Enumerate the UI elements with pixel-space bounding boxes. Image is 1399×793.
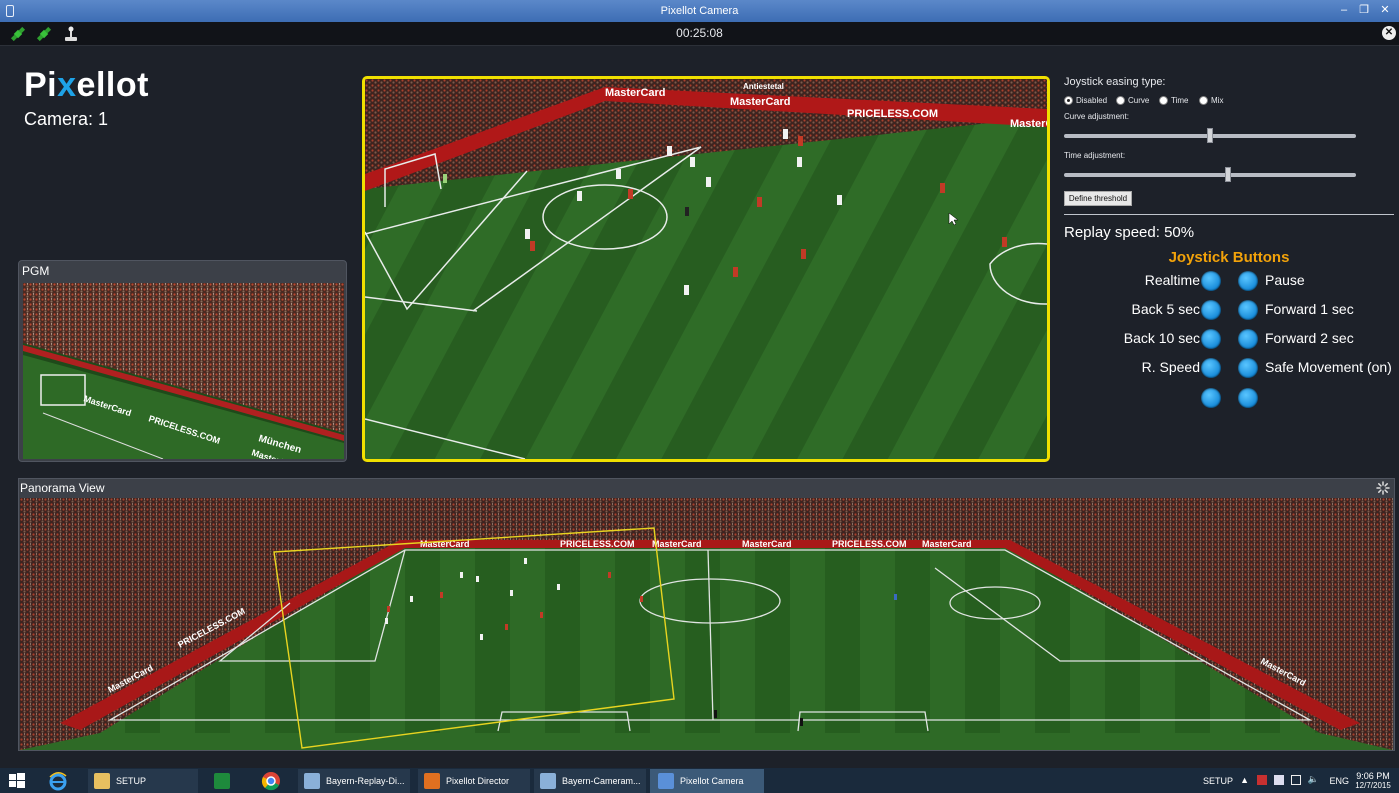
main-area: Pixellot Camera: 1 PGM MasterCard PRICEL…	[0, 46, 1399, 768]
pgm-title: PGM	[22, 264, 50, 278]
screen: Pixellot Camera – ❐ ✕ 00:25:08 ✕ Pixello…	[0, 0, 1399, 793]
joystick-controls-panel: Joystick easing type: Disabled Curve Tim…	[1064, 46, 1399, 408]
joystick-label-realtime: Realtime	[1144, 272, 1200, 288]
pano-board-text: MasterCard	[742, 539, 792, 549]
divider	[1064, 214, 1394, 215]
taskbar-date: 12/7/2015	[1355, 781, 1391, 790]
easing-radio-time[interactable]: Time	[1159, 96, 1188, 105]
pixellot-logo: Pixellot	[24, 66, 149, 104]
windows-start-icon[interactable]	[8, 769, 26, 793]
minimize-button[interactable]: –	[1334, 2, 1354, 18]
joystick-label-back5: Back 5 sec	[1131, 301, 1200, 317]
joystick-button-realtime[interactable]	[1201, 271, 1221, 291]
easing-radio-curve[interactable]: Curve	[1116, 96, 1149, 105]
joystick-button-extra-right[interactable]	[1238, 388, 1258, 408]
board-text: Antiestetal	[743, 82, 784, 91]
taskbar-item-pixellot-camera[interactable]: Pixellot Camera	[650, 769, 764, 793]
taskbar-item-bayern-replay[interactable]: Bayern-Replay-Di...	[298, 769, 410, 793]
easing-radio-mix[interactable]: Mix	[1199, 96, 1223, 105]
close-icon[interactable]: ✕	[1382, 26, 1396, 40]
taskbar-clock[interactable]: 9:06 PM 12/7/2015	[1353, 771, 1393, 790]
flag-icon[interactable]	[1257, 775, 1267, 785]
joystick-button-back5[interactable]	[1201, 300, 1221, 320]
taskbar-item-pixellot-director[interactable]: Pixellot Director	[418, 769, 530, 793]
joystick-button-pause[interactable]	[1238, 271, 1258, 291]
joystick-button-extra-left[interactable]	[1201, 388, 1221, 408]
taskbar-item-bayern-cameraman[interactable]: Bayern-Cameram...	[534, 769, 646, 793]
app-toolbar: 00:25:08 ✕	[0, 22, 1399, 46]
window-title-bar: Pixellot Camera – ❐ ✕	[0, 0, 1399, 22]
joystick-button-back10[interactable]	[1201, 329, 1221, 349]
chevron-up-icon[interactable]: ▲	[1240, 775, 1249, 785]
panorama-video[interactable]: MasterCard PRICELESS.COM MasterCard Mast…	[20, 498, 1393, 750]
app-window-icon	[304, 773, 320, 789]
pixellot-camera-icon	[658, 773, 674, 789]
time-adjustment-label: Time adjustment:	[1064, 151, 1126, 160]
chrome-icon[interactable]	[261, 769, 281, 793]
time-slider-thumb[interactable]	[1225, 167, 1231, 182]
pano-board-text: MasterCard	[652, 539, 702, 549]
speaker-icon[interactable]: 🔈	[1308, 774, 1319, 785]
camera-label: Camera: 1	[24, 109, 109, 129]
maximize-button[interactable]: ❐	[1354, 2, 1374, 18]
joystick-label-safe-movement: Safe Movement (on)	[1265, 359, 1392, 375]
joystick-label-pause: Pause	[1265, 272, 1305, 288]
session-timer: 00:25:08	[676, 26, 723, 40]
pgm-video: MasterCard PRICELESS.COM München MasterC…	[23, 283, 344, 459]
pgm-panel: PGM MasterCard PRICELESS.COM München	[18, 260, 347, 462]
joystick-label-back10: Back 10 sec	[1123, 330, 1200, 346]
pano-board-text: PRICELESS.COM	[560, 539, 635, 549]
board-text: PRICELESS.COM	[847, 108, 938, 120]
panorama-title: Panorama View	[20, 481, 105, 495]
joystick-button-forward2[interactable]	[1238, 329, 1258, 349]
excel-icon[interactable]	[214, 769, 236, 793]
board-text: MasterCard	[1010, 118, 1047, 130]
board-text: MasterCard	[605, 87, 666, 99]
pano-board-text: PRICELESS.COM	[832, 539, 907, 549]
taskbar-item-setup[interactable]: SETUP	[88, 769, 198, 793]
windows-taskbar: SETUP Bayern-Replay-Di... Pixellot Direc…	[0, 768, 1399, 793]
pano-board-text: MasterCard	[922, 539, 972, 549]
board-text: MasterCard	[730, 96, 791, 108]
display-icon[interactable]	[1291, 775, 1301, 785]
joystick-label-forward1: Forward 1 sec	[1265, 301, 1354, 317]
window-title: Pixellot Camera	[660, 5, 739, 17]
define-threshold-button[interactable]: Define threshold	[1064, 191, 1132, 206]
curve-adjustment-slider[interactable]	[1064, 128, 1356, 143]
tray-toolbar-label[interactable]: SETUP	[1203, 776, 1233, 786]
joystick-label-rspeed: R. Speed	[1141, 359, 1200, 375]
curve-adjustment-label: Curve adjustment:	[1064, 112, 1129, 121]
easing-radio-disabled[interactable]: Disabled	[1064, 96, 1107, 105]
language-indicator[interactable]: ENG	[1329, 776, 1349, 786]
joystick-label-forward2: Forward 2 sec	[1265, 330, 1354, 346]
joystick-button-forward1[interactable]	[1238, 300, 1258, 320]
easing-type-label: Joystick easing type:	[1064, 76, 1166, 88]
internet-explorer-icon[interactable]	[48, 769, 68, 793]
app-window-icon	[540, 773, 556, 789]
folder-icon	[94, 773, 110, 789]
loading-spinner-icon	[1376, 481, 1390, 495]
time-adjustment-slider[interactable]	[1064, 167, 1356, 182]
panorama-panel: Panorama View MasterCard PRICELESS.COM M…	[18, 478, 1395, 751]
pixellot-director-icon	[424, 773, 440, 789]
joystick-buttons-title: Joystick Buttons	[1168, 249, 1290, 266]
joystick-button-safe-movement[interactable]	[1238, 358, 1258, 378]
curve-slider-thumb[interactable]	[1207, 128, 1213, 143]
taskbar-time: 9:06 PM	[1356, 771, 1390, 781]
joystick-button-rspeed[interactable]	[1201, 358, 1221, 378]
close-window-button[interactable]: ✕	[1375, 2, 1395, 18]
network-icon[interactable]	[1274, 775, 1284, 785]
replay-speed-label: Replay speed: 50%	[1064, 224, 1195, 241]
camera-live-view[interactable]: MasterCard MasterCard PRICELESS.COM Mast…	[362, 76, 1050, 462]
